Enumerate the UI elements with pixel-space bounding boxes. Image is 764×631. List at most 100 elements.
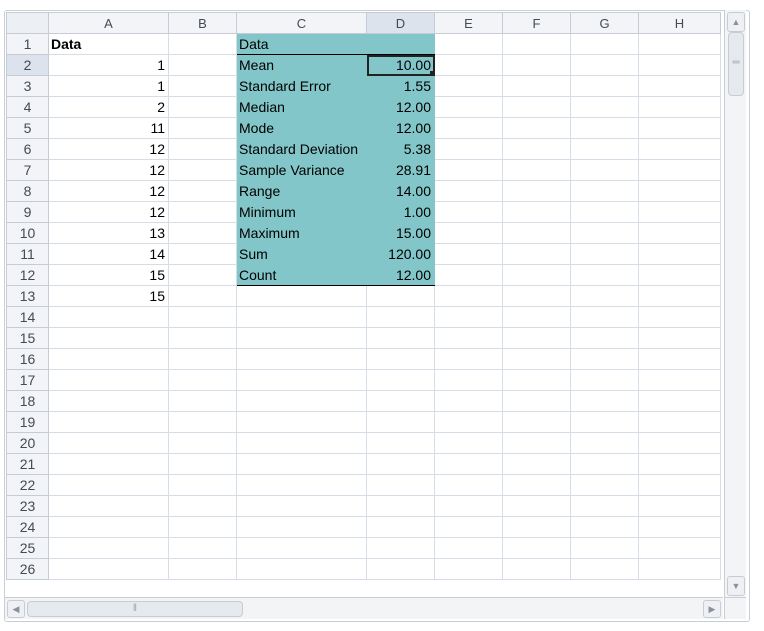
row-header-25[interactable]: 25 [6,537,49,559]
row-header-18[interactable]: 18 [6,390,49,412]
row-header-15[interactable]: 15 [6,327,49,349]
cell-a21[interactable] [48,453,169,475]
cell-g22[interactable] [570,474,639,496]
cell-b20[interactable] [168,432,237,454]
cell-e1[interactable] [434,33,503,55]
cell-e3[interactable] [434,75,503,97]
cell-g4[interactable] [570,96,639,118]
cell-d25[interactable] [366,537,435,559]
cell-e23[interactable] [434,495,503,517]
cell-g23[interactable] [570,495,639,517]
cell-a9[interactable]: 12 [48,201,169,223]
cell-e2[interactable] [434,54,503,76]
cell-a12[interactable]: 15 [48,264,169,286]
cell-g7[interactable] [570,159,639,181]
select-all-corner[interactable] [6,12,49,34]
cell-b1[interactable] [168,33,237,55]
column-header-a[interactable]: A [48,12,169,34]
cell-f1[interactable] [502,33,571,55]
cell-c10[interactable]: Maximum [236,222,367,244]
cell-g14[interactable] [570,306,639,328]
cell-e8[interactable] [434,180,503,202]
cell-d23[interactable] [366,495,435,517]
row-header-13[interactable]: 13 [6,285,49,307]
cell-h13[interactable] [638,285,721,307]
cell-c15[interactable] [236,327,367,349]
cell-a14[interactable] [48,306,169,328]
cell-d22[interactable] [366,474,435,496]
cell-f7[interactable] [502,159,571,181]
cell-c5[interactable]: Mode [236,117,367,139]
cell-e6[interactable] [434,138,503,160]
cell-e21[interactable] [434,453,503,475]
cell-a11[interactable]: 14 [48,243,169,265]
cell-g11[interactable] [570,243,639,265]
cell-c2[interactable]: Mean [236,54,367,76]
cell-a20[interactable] [48,432,169,454]
cell-a26[interactable] [48,558,169,580]
cell-c8[interactable]: Range [236,180,367,202]
cell-e7[interactable] [434,159,503,181]
cell-c22[interactable] [236,474,367,496]
row-header-21[interactable]: 21 [6,453,49,475]
cell-a15[interactable] [48,327,169,349]
cell-e16[interactable] [434,348,503,370]
cell-f15[interactable] [502,327,571,349]
cell-a5[interactable]: 11 [48,117,169,139]
cell-e20[interactable] [434,432,503,454]
scroll-down-icon[interactable]: ▼ [727,576,745,596]
cell-d11[interactable]: 120.00 [366,243,435,265]
cell-d9[interactable]: 1.00 [366,201,435,223]
cell-b21[interactable] [168,453,237,475]
cell-h12[interactable] [638,264,721,286]
cell-h26[interactable] [638,558,721,580]
cell-h20[interactable] [638,432,721,454]
cell-d1[interactable] [366,33,435,55]
cell-b5[interactable] [168,117,237,139]
cell-h8[interactable] [638,180,721,202]
cell-d5[interactable]: 12.00 [366,117,435,139]
row-header-6[interactable]: 6 [6,138,49,160]
cell-f23[interactable] [502,495,571,517]
cell-g15[interactable] [570,327,639,349]
cell-a3[interactable]: 1 [48,75,169,97]
cell-h18[interactable] [638,390,721,412]
cell-d10[interactable]: 15.00 [366,222,435,244]
cell-g20[interactable] [570,432,639,454]
cell-f21[interactable] [502,453,571,475]
cell-f20[interactable] [502,432,571,454]
cell-h25[interactable] [638,537,721,559]
cell-h4[interactable] [638,96,721,118]
cell-g1[interactable] [570,33,639,55]
cell-e22[interactable] [434,474,503,496]
cell-f9[interactable] [502,201,571,223]
cell-c17[interactable] [236,369,367,391]
cell-d20[interactable] [366,432,435,454]
cell-c1[interactable]: Data [236,33,367,55]
cell-h16[interactable] [638,348,721,370]
column-header-g[interactable]: G [570,12,639,34]
column-header-e[interactable]: E [434,12,503,34]
cell-b7[interactable] [168,159,237,181]
cell-h24[interactable] [638,516,721,538]
cell-a1[interactable]: Data [48,33,169,55]
cell-f5[interactable] [502,117,571,139]
cell-c23[interactable] [236,495,367,517]
cell-d2[interactable]: 10.00 [366,54,435,76]
cell-c3[interactable]: Standard Error [236,75,367,97]
cell-e17[interactable] [434,369,503,391]
cell-b16[interactable] [168,348,237,370]
cell-g18[interactable] [570,390,639,412]
cell-g21[interactable] [570,453,639,475]
cell-h1[interactable] [638,33,721,55]
cell-a10[interactable]: 13 [48,222,169,244]
cell-e12[interactable] [434,264,503,286]
cell-f13[interactable] [502,285,571,307]
cell-f17[interactable] [502,369,571,391]
cell-f18[interactable] [502,390,571,412]
cell-d4[interactable]: 12.00 [366,96,435,118]
cell-b25[interactable] [168,537,237,559]
cell-f8[interactable] [502,180,571,202]
cell-e5[interactable] [434,117,503,139]
horizontal-scrollbar[interactable]: ◀ ‖ ▶ [5,597,723,619]
